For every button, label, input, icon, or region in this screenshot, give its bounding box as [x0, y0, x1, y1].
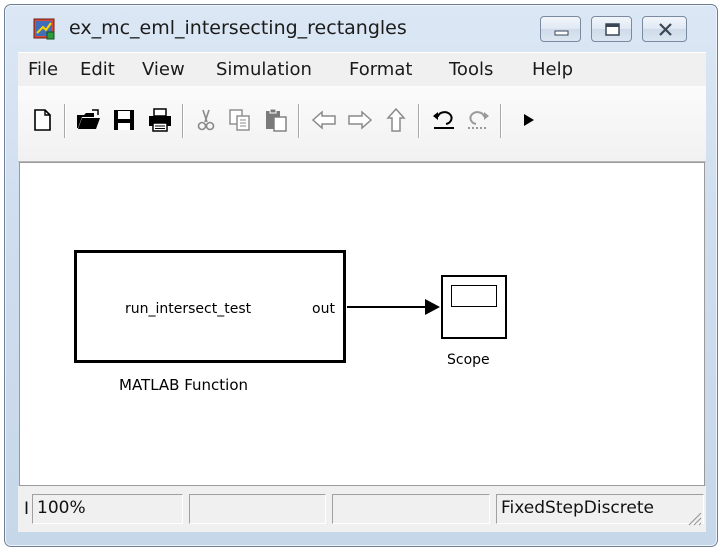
up-arrow-icon[interactable] — [382, 106, 410, 134]
play-icon[interactable] — [514, 106, 542, 134]
function-block-caption[interactable]: MATLAB Function — [119, 376, 248, 394]
save-icon[interactable] — [110, 106, 138, 134]
redo-icon[interactable] — [464, 106, 492, 134]
menu-tools[interactable]: Tools — [449, 59, 493, 80]
window-title: ex_mc_eml_intersecting_rectangles — [69, 17, 407, 39]
menu-simulation[interactable]: Simulation — [216, 59, 312, 80]
toolbar-separator — [64, 104, 66, 138]
minimize-button[interactable] — [540, 16, 581, 42]
forward-arrow-icon[interactable] — [346, 106, 374, 134]
zoom-level: 100% — [32, 494, 183, 524]
solver-status: FixedStepDiscrete — [496, 494, 704, 524]
close-icon — [659, 23, 672, 36]
resize-grip-icon[interactable] — [684, 508, 702, 526]
function-input-label: run_intersect_test — [125, 301, 252, 317]
simulink-model-icon[interactable] — [33, 17, 57, 41]
model-window: ex_mc_eml_intersecting_rectangles File E… — [4, 4, 718, 547]
paste-icon[interactable] — [262, 106, 290, 134]
toolbar — [18, 86, 706, 162]
model-canvas[interactable]: run_intersect_test out MATLAB Function S… — [19, 162, 705, 486]
copy-icon[interactable] — [226, 106, 254, 134]
menu-edit[interactable]: Edit — [80, 59, 115, 80]
undo-icon[interactable] — [430, 106, 458, 134]
minimize-icon — [554, 30, 569, 36]
new-document-icon[interactable] — [28, 106, 56, 134]
toolbar-separator — [500, 104, 502, 138]
cut-icon[interactable] — [192, 106, 220, 134]
toolbar-separator — [182, 104, 184, 138]
menu-bar: File Edit View Simulation Format Tools H… — [18, 52, 706, 86]
status-truncated-text: I — [24, 499, 30, 519]
menu-file[interactable]: File — [28, 59, 58, 80]
title-bar[interactable]: ex_mc_eml_intersecting_rectangles — [5, 5, 717, 51]
menu-format[interactable]: Format — [349, 59, 412, 80]
status-field-3 — [332, 494, 490, 524]
status-bar: I 100% FixedStepDiscrete — [18, 486, 706, 532]
status-field-2 — [189, 494, 326, 524]
scope-block-caption[interactable]: Scope — [447, 352, 490, 368]
scope-block[interactable] — [441, 275, 507, 339]
toolbar-separator — [418, 104, 420, 138]
maximize-button[interactable] — [591, 16, 632, 42]
scope-screen-icon — [451, 285, 497, 307]
menu-help[interactable]: Help — [532, 59, 573, 80]
output-port-label: out — [312, 301, 335, 317]
toolbar-separator — [298, 104, 300, 138]
close-button[interactable] — [642, 16, 687, 42]
back-arrow-icon[interactable] — [310, 106, 338, 134]
open-folder-icon[interactable] — [74, 106, 102, 134]
print-icon[interactable] — [146, 106, 174, 134]
menu-view[interactable]: View — [142, 59, 185, 80]
maximize-icon — [605, 23, 620, 36]
